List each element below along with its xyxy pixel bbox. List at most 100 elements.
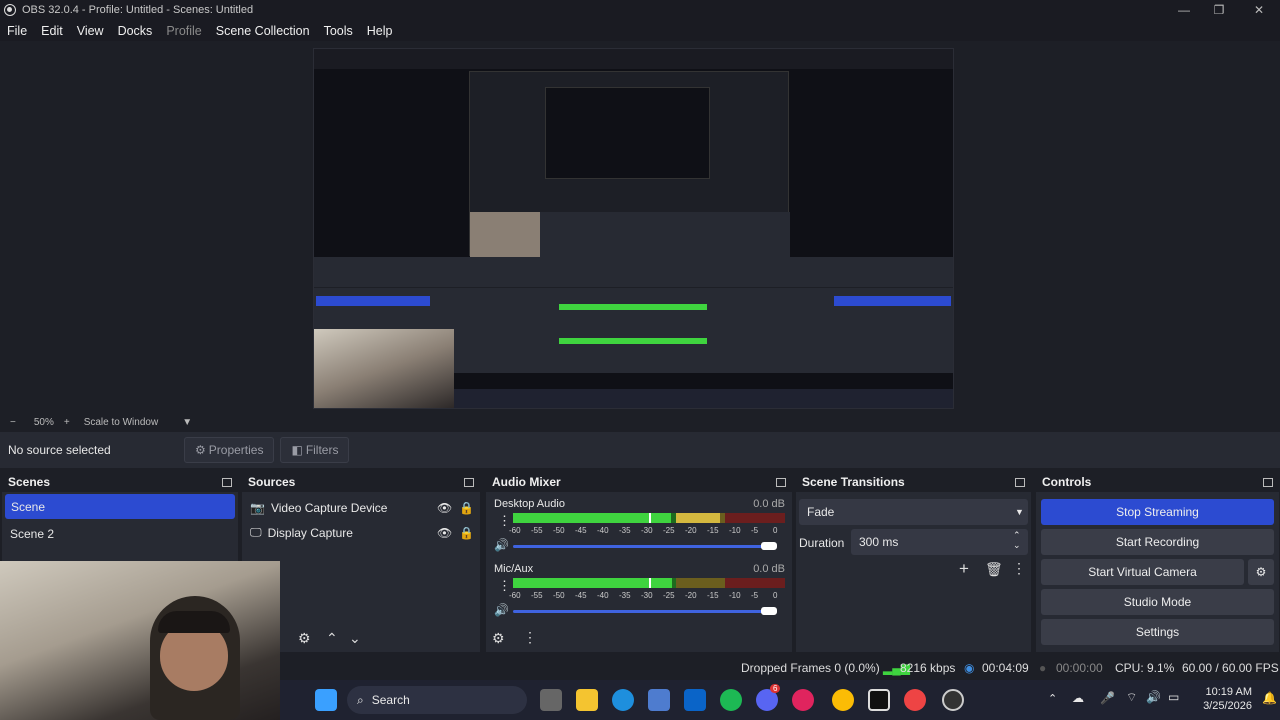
tick-label: -35 (619, 591, 631, 600)
clock-time[interactable]: 10:19 AM (1196, 686, 1252, 698)
duration-input[interactable]: 300 ms ⌃ ⌄ (851, 529, 1028, 555)
windows-start-icon[interactable] (315, 689, 337, 711)
properties-button[interactable]: ⚙ Properties (184, 437, 275, 463)
color-app-icon[interactable] (904, 689, 926, 711)
terminal-icon[interactable] (868, 689, 890, 711)
undock-icon[interactable] (464, 477, 474, 487)
record-icon: ● (1039, 661, 1047, 675)
search-label: Search (371, 693, 410, 707)
nested-scene-selected (316, 296, 430, 306)
taskbar-search[interactable]: ⌕ Search (347, 686, 527, 714)
obs-taskbar-icon[interactable] (942, 689, 964, 711)
filters-button[interactable]: ◧ Filters (280, 437, 350, 463)
nested-preview (469, 71, 790, 257)
lock-icon[interactable]: 🔒 (459, 501, 474, 515)
lock-icon[interactable]: 🔒 (459, 526, 474, 540)
title-bar: OBS 32.0.4 - Profile: Untitled - Scenes:… (0, 0, 1280, 20)
volume-slider[interactable] (513, 610, 775, 613)
tick-label: -20 (685, 591, 697, 600)
menu-view[interactable]: View (70, 24, 111, 38)
volume-slider[interactable] (513, 545, 775, 548)
move-down-icon[interactable]: ⌄ (349, 630, 361, 647)
settings-button[interactable]: Settings (1041, 619, 1274, 645)
stop-streaming-button[interactable]: Stop Streaming (1041, 499, 1274, 525)
eye-icon[interactable]: 👁 (437, 501, 452, 515)
channel-db: 0.0 dB (753, 498, 785, 510)
meter-level-yellow (676, 513, 720, 523)
onedrive-icon[interactable]: ☁ (1072, 691, 1084, 705)
scenes-header: Scenes (2, 472, 238, 492)
tick-label: -10 (729, 591, 741, 600)
mixer-header: Audio Mixer (486, 472, 792, 492)
scale-mode-dropdown-icon[interactable]: ▼ (182, 417, 192, 428)
discord-icon[interactable]: 6 (756, 684, 781, 711)
filters-label: Filters (305, 443, 339, 457)
mixer-title: Audio Mixer (492, 475, 561, 489)
source-item[interactable]: 🖵 Display Capture 👁 🔒 (242, 520, 480, 545)
trash-icon[interactable]: 🗑 (985, 561, 1003, 578)
menu-docks[interactable]: Docks (111, 24, 160, 38)
speaker-icon[interactable]: 🔊 (1146, 690, 1161, 704)
transition-menu-icon[interactable]: ⋮ (1012, 560, 1026, 577)
tick-label: -60 (509, 591, 521, 600)
add-transition-icon[interactable]: + (959, 559, 969, 579)
menu-help[interactable]: Help (360, 24, 400, 38)
store-icon[interactable] (648, 689, 670, 711)
undock-icon[interactable] (776, 477, 786, 487)
zoom-out-button[interactable]: − (10, 417, 16, 428)
source-item[interactable]: 📷 Video Capture Device 👁 🔒 (242, 495, 480, 520)
volume-slider-knob[interactable] (761, 542, 777, 550)
studio-mode-button[interactable]: Studio Mode (1041, 589, 1274, 615)
maximize-icon[interactable]: ❐ (1211, 2, 1227, 18)
undock-icon[interactable] (1015, 477, 1025, 487)
notification-bell-icon[interactable]: 🔔 (1262, 691, 1277, 705)
transitions-title: Scene Transitions (802, 475, 905, 489)
battery-icon[interactable]: ▭ (1168, 690, 1179, 704)
audio-mixer-dock: Audio Mixer Desktop Audio 0.0 dB ⋮ 🔊 -60 -55-… (486, 472, 792, 652)
eye-icon[interactable]: 👁 (437, 526, 452, 540)
outlook-icon[interactable] (684, 689, 706, 711)
minimize-icon[interactable]: — (1176, 2, 1192, 18)
obs-logo-icon (4, 4, 16, 16)
close-icon[interactable]: ✕ (1251, 2, 1267, 18)
move-up-icon[interactable]: ⌃ (326, 630, 338, 647)
volume-slider-knob[interactable] (761, 607, 777, 615)
mixer-menu-icon[interactable]: ⋮ (523, 629, 537, 646)
virtual-camera-settings-button[interactable]: ⚙ (1248, 559, 1274, 585)
edge-icon[interactable] (612, 689, 634, 711)
scene-item[interactable]: Scene (5, 494, 235, 519)
menu-scene-collection[interactable]: Scene Collection (209, 24, 317, 38)
start-recording-button[interactable]: Start Recording (1041, 529, 1274, 555)
properties-label: Properties (208, 443, 264, 457)
controls-title: Controls (1042, 475, 1092, 489)
source-properties-icon[interactable]: ⚙ (298, 630, 311, 647)
menu-file[interactable]: File (0, 24, 34, 38)
chevron-up-icon[interactable]: ⌃ (1048, 692, 1057, 705)
scene-item[interactable]: Scene 2 (2, 521, 238, 546)
clock-date[interactable]: 3/25/2026 (1192, 700, 1252, 712)
wifi-icon[interactable]: ⌔ (1126, 690, 1137, 705)
preview-canvas[interactable] (313, 48, 954, 409)
undock-icon[interactable] (222, 477, 232, 487)
chrome-icon[interactable] (832, 689, 854, 711)
meter-level (513, 513, 672, 523)
scale-mode-label: Scale to Window (83, 416, 159, 428)
undock-icon[interactable] (1263, 477, 1273, 487)
menu-tools[interactable]: Tools (317, 24, 360, 38)
start-virtual-camera-button[interactable]: Start Virtual Camera (1041, 559, 1244, 585)
task-view-icon[interactable] (540, 689, 562, 711)
zoom-in-button[interactable]: + (64, 417, 70, 428)
spotify-icon[interactable] (720, 689, 742, 711)
nested-context (314, 257, 953, 287)
transition-value: Fade (807, 505, 835, 519)
chevron-down-icon[interactable]: ⌄ (1013, 540, 1021, 551)
transition-select[interactable]: Fade ▼ (799, 499, 1028, 525)
file-explorer-icon[interactable] (576, 689, 598, 711)
mixer-settings-icon[interactable]: ⚙ (492, 630, 505, 647)
menu-edit[interactable]: Edit (34, 24, 70, 38)
menu-profile[interactable]: Profile (159, 24, 208, 38)
media-player-icon[interactable] (792, 689, 814, 711)
microphone-icon[interactable]: 🎤 (1100, 691, 1115, 705)
speaker-icon[interactable]: 🔊 (494, 538, 509, 552)
speaker-icon[interactable]: 🔊 (494, 603, 509, 617)
